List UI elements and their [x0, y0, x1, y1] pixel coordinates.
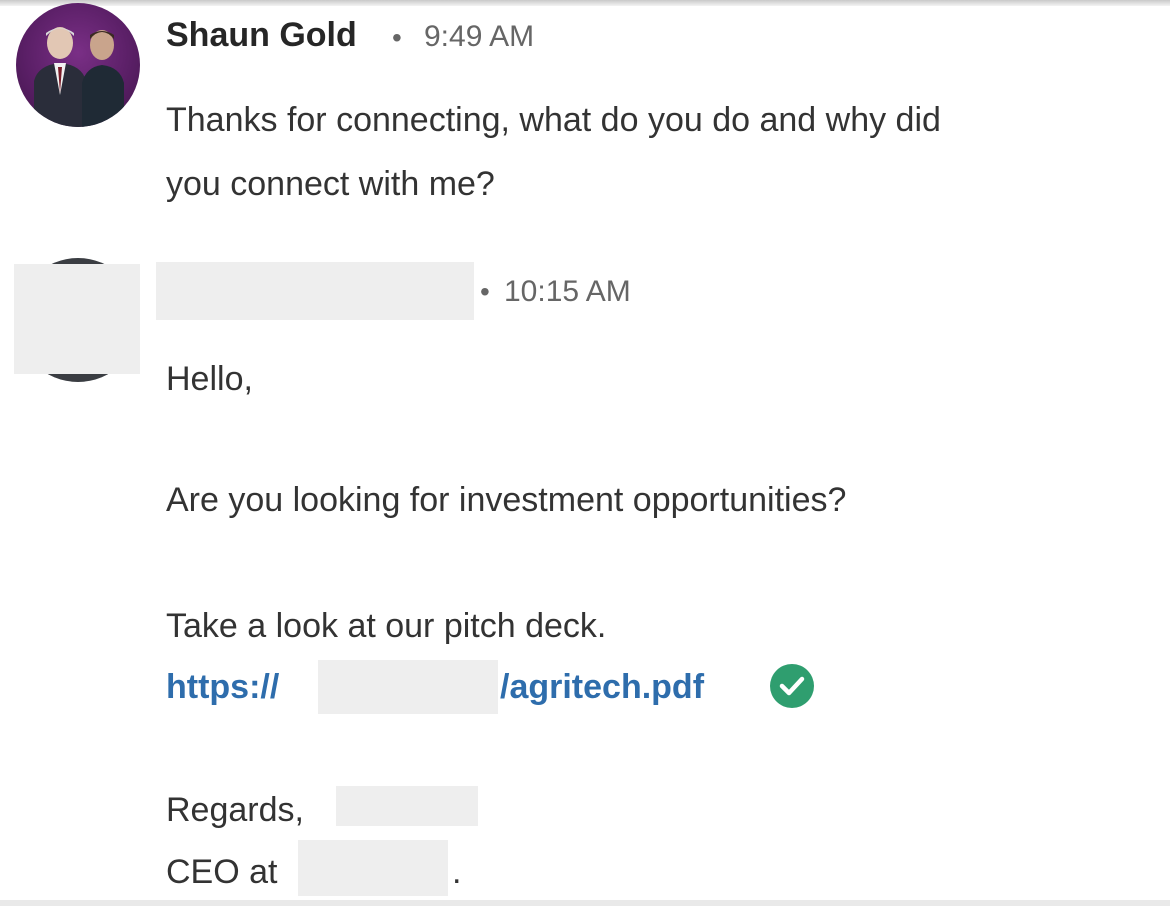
redacted-link-domain [318, 660, 498, 714]
check-circle-icon [770, 664, 814, 708]
pitch-deck-link-prefix[interactable]: https:// [166, 668, 279, 707]
message-sign-off: Regards, [166, 791, 304, 829]
message-line: Thanks for connecting, what do you do an… [166, 101, 941, 139]
message-title-suffix: . [452, 853, 462, 891]
message-greeting: Hello, [166, 360, 253, 398]
redacted-company [298, 840, 448, 896]
redacted-sender-name [156, 262, 474, 320]
separator-dot: • [392, 22, 402, 53]
profile-photo-icon [34, 27, 124, 127]
sender-name[interactable]: Shaun Gold [166, 16, 357, 55]
redacted-signer-name [336, 786, 478, 826]
message-thread: Shaun Gold • 9:49 AM Thanks for connecti… [0, 0, 1170, 906]
message-pitch: Take a look at our pitch deck. [166, 607, 607, 645]
redacted-avatar [14, 264, 140, 374]
bottom-border [0, 900, 1170, 906]
message-line: you connect with me? [166, 165, 495, 203]
message-timestamp: 10:15 AM [504, 275, 631, 308]
message-question: Are you looking for investment opportuni… [166, 481, 847, 519]
sender-avatar[interactable] [16, 3, 140, 127]
separator-dot: • [480, 276, 490, 307]
pitch-deck-link-suffix[interactable]: /agritech.pdf [500, 668, 704, 707]
message-title-prefix: CEO at [166, 853, 278, 891]
message-timestamp: 9:49 AM [424, 20, 535, 53]
